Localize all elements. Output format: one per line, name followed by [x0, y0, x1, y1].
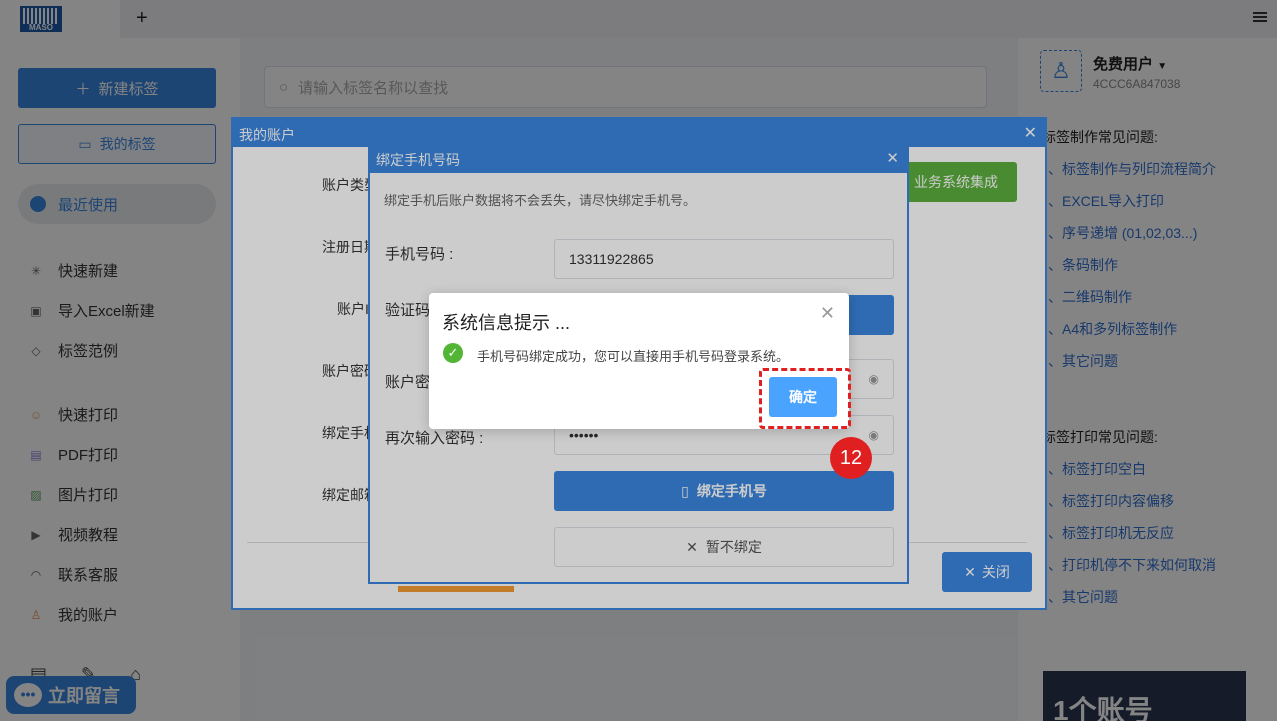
success-icon: ✓	[443, 343, 463, 363]
highlight-box	[759, 368, 851, 429]
message-text: 手机号码绑定成功，您可以直接用手机号码登录系统。	[477, 349, 790, 364]
app-window: MASO + ＋新建标签 ▭ 我的标签 最近使用 ✳ 快速新建 ▣ 导入Excel新建…	[0, 0, 1277, 721]
close-icon[interactable]: ✕	[820, 303, 835, 324]
message-title: 系统信息提示 ...	[442, 313, 571, 333]
step-badge: 12	[830, 437, 872, 479]
